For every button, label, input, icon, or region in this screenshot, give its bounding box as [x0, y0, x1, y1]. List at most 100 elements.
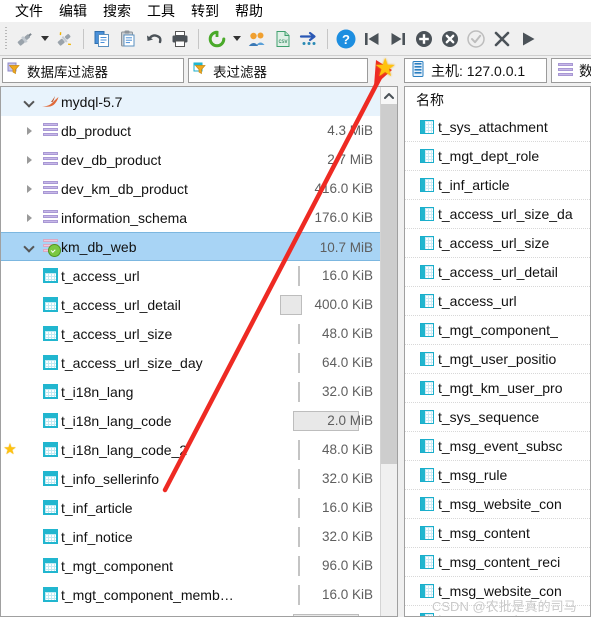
- table-size: 32.0 KiB: [321, 529, 373, 544]
- export-csv-icon[interactable]: csv: [270, 26, 296, 52]
- expand-toggle[interactable]: [19, 126, 39, 135]
- expand-toggle[interactable]: [19, 155, 39, 164]
- connect-dropdown-icon[interactable]: [38, 26, 52, 52]
- toolbar-grip[interactable]: [2, 26, 10, 51]
- list-item[interactable]: t_msg_content: [405, 519, 590, 548]
- table-icon: [39, 297, 61, 312]
- menu-search[interactable]: 搜索: [96, 0, 138, 22]
- host-selector[interactable]: 主机: 127.0.0.1: [404, 58, 547, 83]
- menu-goto[interactable]: 转到: [184, 0, 226, 22]
- scroll-thumb[interactable]: [381, 104, 397, 464]
- print-icon[interactable]: [167, 26, 193, 52]
- list-item[interactable]: t_inf_article: [405, 171, 590, 200]
- copy-icon[interactable]: [89, 26, 115, 52]
- disconnect-icon[interactable]: [52, 26, 78, 52]
- undo-icon[interactable]: [141, 26, 167, 52]
- delete-record-icon[interactable]: [437, 26, 463, 52]
- tree-row-table[interactable]: t_mgt_component_memb… 16.0 KiB: [1, 580, 381, 609]
- table-filter-box[interactable]: 表过滤器: [188, 58, 368, 83]
- tree-row-table[interactable]: t_access_url_detail 400.0 KiB: [1, 290, 381, 319]
- list-item[interactable]: t_access_url: [405, 287, 590, 316]
- list-item[interactable]: t_access_url_size_da: [405, 200, 590, 229]
- list-item[interactable]: t_mgt_user_positio: [405, 345, 590, 374]
- database-filter-box[interactable]: 数据库过滤器: [2, 58, 184, 83]
- list-item[interactable]: t_mgt_dept_role: [405, 142, 590, 171]
- refresh-icon[interactable]: [204, 26, 230, 52]
- table-icon: [416, 555, 438, 569]
- table-size: 48.0 KiB: [321, 442, 373, 457]
- table-size: 64.0 KiB: [321, 355, 373, 370]
- list-item[interactable]: t_mgt_component_: [405, 316, 590, 345]
- tree-row-database[interactable]: dev_km_db_product 416.0 KiB: [1, 174, 381, 203]
- list-item[interactable]: t_access_url_size: [405, 229, 590, 258]
- users-icon[interactable]: [244, 26, 270, 52]
- commit-icon[interactable]: [463, 26, 489, 52]
- expand-toggle[interactable]: [19, 213, 39, 222]
- execute-icon[interactable]: [515, 26, 541, 52]
- tree-row-table[interactable]: t_access_url_size_day 64.0 KiB: [1, 348, 381, 377]
- filter-icon: [7, 61, 23, 80]
- database-label: dev_km_db_product: [61, 180, 188, 197]
- list-item[interactable]: t_msg_event_subsc: [405, 432, 590, 461]
- database-selector[interactable]: 数: [551, 58, 591, 83]
- table-icon: [39, 384, 61, 399]
- tree-row-table[interactable]: t_mgt_dataauth_relation 2.0 MiB: [1, 609, 381, 616]
- table-size: 2.0 MiB: [327, 413, 373, 428]
- table-icon: [39, 442, 61, 457]
- tree-row-root[interactable]: mydql-5.7: [1, 87, 381, 116]
- import-icon[interactable]: [296, 26, 322, 52]
- list-item[interactable]: t_msg_website_con: [405, 490, 590, 519]
- tree-row-table[interactable]: t_info_sellerinfo 32.0 KiB: [1, 464, 381, 493]
- collapse-toggle[interactable]: [19, 242, 39, 251]
- menu-help[interactable]: 帮助: [228, 0, 270, 22]
- list-item[interactable]: t_sys_sequence: [405, 403, 590, 432]
- first-record-icon[interactable]: [359, 26, 385, 52]
- star-icon[interactable]: ★: [374, 56, 396, 81]
- tree-row-table[interactable]: t_access_url 16.0 KiB: [1, 261, 381, 290]
- tree-row-table[interactable]: ★ t_i18n_lang_code_2 48.0 KiB: [1, 435, 381, 464]
- table-icon: [39, 529, 61, 544]
- list-item[interactable]: t_access_url_detail: [405, 258, 590, 287]
- tree-row-database[interactable]: information_schema 176.0 KiB: [1, 203, 381, 232]
- table-icon: [416, 497, 438, 511]
- menu-file[interactable]: 文件: [8, 0, 50, 22]
- paste-icon[interactable]: [115, 26, 141, 52]
- scroll-up-button[interactable]: [381, 87, 397, 104]
- list-item[interactable]: t_mgt_km_user_pro: [405, 374, 590, 403]
- list-item[interactable]: t_msg_rule: [405, 461, 590, 490]
- menu-edit[interactable]: 编辑: [52, 0, 94, 22]
- separator-3: [327, 28, 328, 49]
- cancel-icon[interactable]: [489, 26, 515, 52]
- svg-text:?: ?: [342, 32, 350, 47]
- size-tick: [298, 556, 300, 576]
- expand-toggle[interactable]: [19, 184, 39, 193]
- last-record-icon[interactable]: [385, 26, 411, 52]
- database-filter-label: 数据库过滤器: [27, 64, 108, 80]
- list-item[interactable]: t_msg_content_reci: [405, 548, 590, 577]
- help-icon[interactable]: ?: [333, 26, 359, 52]
- expand-toggle[interactable]: [19, 97, 39, 106]
- table-label: t_msg_event_subsc: [438, 438, 563, 454]
- database-icon: [39, 181, 61, 196]
- refresh-dropdown-icon[interactable]: [230, 26, 244, 52]
- table-list-panel: 名称 t_sys_attachment t_mgt_dept_role t_in…: [404, 86, 591, 617]
- watermark: CSDN @农批是真的司马: [432, 599, 577, 614]
- tree-row-database[interactable]: dev_db_product 2.7 MiB: [1, 145, 381, 174]
- tree-row-table[interactable]: t_i18n_lang_code 2.0 MiB: [1, 406, 381, 435]
- tree-row-table[interactable]: t_mgt_component 96.0 KiB: [1, 551, 381, 580]
- add-record-icon[interactable]: [411, 26, 437, 52]
- tree-row-database[interactable]: db_product 4.3 MiB: [1, 116, 381, 145]
- tree-row-database-selected[interactable]: km_db_web 10.7 MiB: [1, 232, 381, 261]
- star-column[interactable]: ★: [1, 442, 19, 457]
- tree-vertical-scrollbar[interactable]: [380, 87, 397, 616]
- tree-row-table[interactable]: t_access_url_size 48.0 KiB: [1, 319, 381, 348]
- tree-row-table[interactable]: t_inf_notice 32.0 KiB: [1, 522, 381, 551]
- favorite-star-icon[interactable]: ★: [3, 442, 16, 457]
- connect-icon[interactable]: [12, 26, 38, 52]
- table-icon: [416, 294, 438, 308]
- table-label: t_sys_sequence: [438, 409, 540, 425]
- tree-row-table[interactable]: t_i18n_lang 32.0 KiB: [1, 377, 381, 406]
- list-item[interactable]: t_sys_attachment: [405, 113, 590, 142]
- tree-row-table[interactable]: t_inf_article 16.0 KiB: [1, 493, 381, 522]
- menu-tools[interactable]: 工具: [140, 0, 182, 22]
